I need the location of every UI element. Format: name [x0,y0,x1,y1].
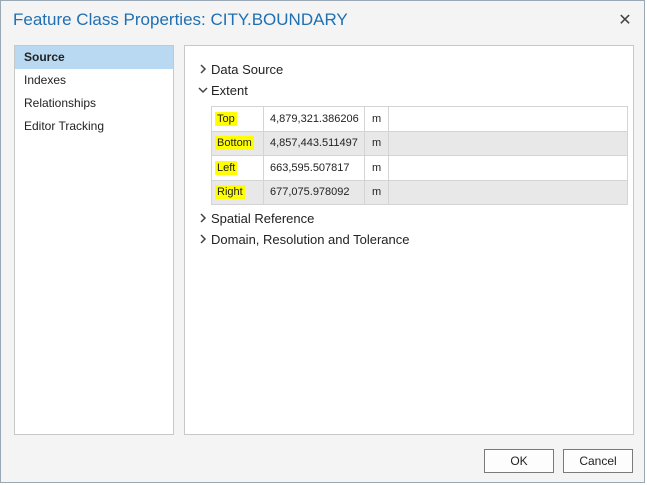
table-row: Left 663,595.507817 m [211,155,628,181]
dialog-title: Feature Class Properties: CITY.BOUNDARY [13,10,348,29]
section-domain-resolution-tolerance[interactable]: Domain, Resolution and Tolerance [197,229,410,249]
chevron-right-icon [197,212,209,224]
chevron-right-icon [197,63,209,75]
title-bar: Feature Class Properties: CITY.BOUNDARY … [1,1,644,41]
table-row: Right 677,075.978092 m [211,180,628,205]
extent-unit: m [364,180,389,205]
extent-value-top: 4,879,321.386206 [263,106,365,132]
sidebar-item-source[interactable]: Source [15,46,173,69]
section-data-source[interactable]: Data Source [197,59,283,79]
table-row: Top 4,879,321.386206 m [211,106,628,132]
feature-class-properties-dialog: Feature Class Properties: CITY.BOUNDARY … [0,0,645,483]
extent-label-top: Top [215,111,237,126]
extent-value-bottom: 4,857,443.511497 [263,131,365,156]
chevron-right-icon [197,233,209,245]
sidebar-nav: Source Indexes Relationships Editor Trac… [14,45,174,435]
sidebar-item-relationships[interactable]: Relationships [15,92,173,115]
section-label: Data Source [211,61,284,77]
extent-value-left: 663,595.507817 [263,155,365,181]
section-label: Spatial Reference [211,210,315,226]
section-label: Extent [211,82,248,98]
sidebar-item-indexes[interactable]: Indexes [15,69,173,92]
extent-unit: m [364,131,389,156]
source-content-panel: Data Source Extent Top 4,879,321.386206 … [184,45,634,435]
chevron-down-icon [197,84,209,96]
extent-unit: m [364,106,389,132]
section-spatial-reference[interactable]: Spatial Reference [197,208,314,228]
sidebar-item-editor-tracking[interactable]: Editor Tracking [15,115,173,138]
ok-button[interactable]: OK [484,449,554,473]
extent-unit: m [364,155,389,181]
extent-label-left: Left [215,160,238,175]
table-row: Bottom 4,857,443.511497 m [211,131,628,156]
close-icon: ✕ [618,12,632,29]
close-button[interactable]: ✕ [612,8,638,32]
extent-label-right: Right [215,185,245,200]
extent-value-right: 677,075.978092 [263,180,365,205]
extent-label-bottom: Bottom [215,136,254,151]
section-label: Domain, Resolution and Tolerance [211,231,410,247]
section-extent[interactable]: Extent [197,80,248,100]
extent-table: Top 4,879,321.386206 m Bottom 4,857,443.… [211,106,628,205]
cancel-button[interactable]: Cancel [563,449,633,473]
